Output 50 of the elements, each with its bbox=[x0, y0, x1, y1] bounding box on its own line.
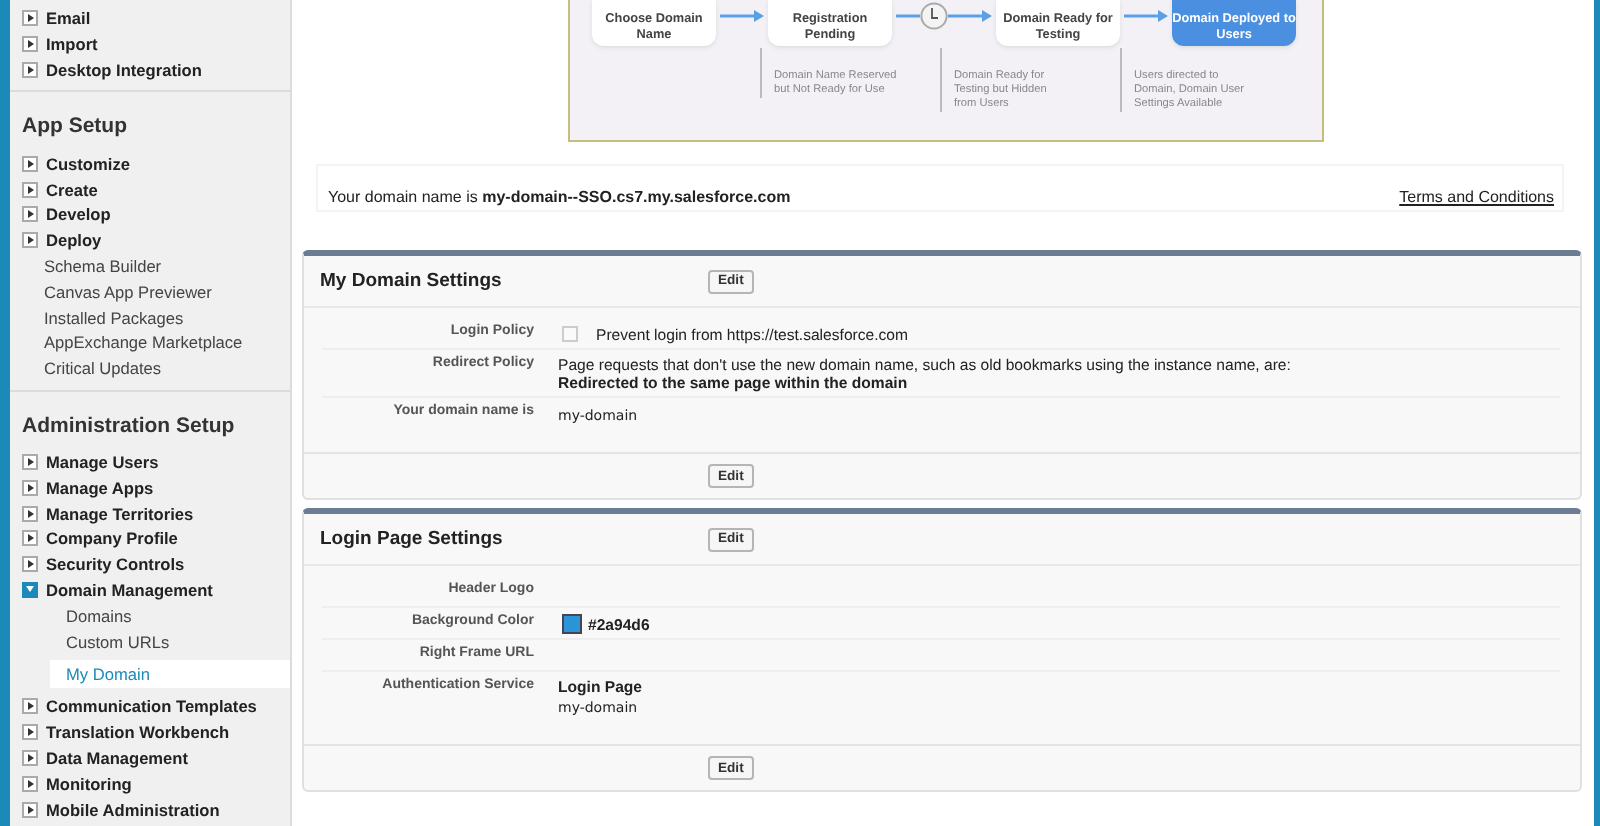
expand-icon[interactable] bbox=[22, 505, 38, 522]
expand-icon[interactable] bbox=[22, 10, 38, 27]
sidebar-link[interactable]: AppExchange Marketplace bbox=[22, 332, 243, 353]
expand-icon[interactable] bbox=[22, 36, 38, 53]
sidebar-item[interactable]: Customize bbox=[46, 153, 130, 174]
sidebar-item[interactable]: Email bbox=[46, 8, 91, 29]
sidebar-item[interactable]: Desktop Integration bbox=[46, 59, 202, 80]
section-heading: Administration Setup bbox=[20, 411, 237, 442]
sidebar-item[interactable]: Communication Templates bbox=[46, 696, 257, 717]
expand-icon[interactable] bbox=[22, 724, 38, 741]
sidebar-item[interactable]: Manage Territories bbox=[46, 503, 194, 524]
expand-icon[interactable] bbox=[22, 749, 38, 766]
section-heading: App Setup bbox=[20, 112, 129, 143]
sidebar-item[interactable]: Monitoring bbox=[46, 773, 132, 794]
expand-icon[interactable] bbox=[22, 775, 38, 792]
sidebar-link[interactable]: Custom URLs bbox=[66, 631, 170, 652]
sidebar-item[interactable]: Manage Apps bbox=[46, 477, 154, 498]
sidebar-item[interactable]: Develop bbox=[46, 204, 111, 225]
sidebar-item[interactable]: Import bbox=[46, 34, 98, 55]
sidebar-item[interactable]: Mobile Administration bbox=[46, 799, 220, 820]
expand-icon[interactable] bbox=[22, 698, 38, 715]
expand-icon[interactable] bbox=[22, 530, 38, 547]
terms-link[interactable]: Terms and Conditions bbox=[1399, 188, 1554, 206]
expand-icon[interactable] bbox=[22, 61, 38, 78]
expand-icon[interactable] bbox=[22, 206, 38, 223]
sidebar-item[interactable]: Data Management bbox=[46, 747, 189, 768]
sidebar-item[interactable]: Domain Management bbox=[46, 579, 213, 600]
sidebar-item[interactable]: Deploy bbox=[46, 230, 102, 251]
sidebar-link[interactable]: Schema Builder bbox=[22, 255, 162, 276]
sidebar-link[interactable]: Canvas App Previewer bbox=[22, 281, 212, 302]
sidebar-item[interactable]: Create bbox=[46, 179, 98, 200]
expand-icon[interactable] bbox=[22, 479, 38, 496]
sidebar-link[interactable]: Installed Packages bbox=[22, 307, 184, 328]
sidebar-item[interactable]: Security Controls bbox=[46, 554, 185, 575]
expand-icon[interactable] bbox=[22, 232, 38, 249]
sidebar-link[interactable]: Domains bbox=[66, 605, 132, 626]
sidebar-item[interactable]: Company Profile bbox=[46, 528, 178, 549]
expand-icon[interactable] bbox=[22, 155, 38, 172]
section-title: My Domain Settings bbox=[320, 270, 504, 292]
expand-icon[interactable] bbox=[22, 181, 38, 198]
sidebar-link[interactable]: Critical Updates bbox=[22, 358, 162, 379]
collapse-icon[interactable] bbox=[22, 581, 38, 598]
checkbox[interactable] bbox=[562, 326, 578, 342]
expand-icon[interactable] bbox=[22, 453, 38, 470]
section-title: Login Page Settings bbox=[320, 528, 505, 550]
expand-icon[interactable] bbox=[22, 801, 38, 818]
sidebar-item[interactable]: Translation Workbench bbox=[46, 722, 230, 743]
domain-name-text: Your domain name is my-domain--SSO.cs7.my.salesforce.com bbox=[328, 188, 791, 206]
expand-icon[interactable] bbox=[22, 556, 38, 573]
sidebar-item[interactable]: Manage Users bbox=[46, 451, 159, 472]
